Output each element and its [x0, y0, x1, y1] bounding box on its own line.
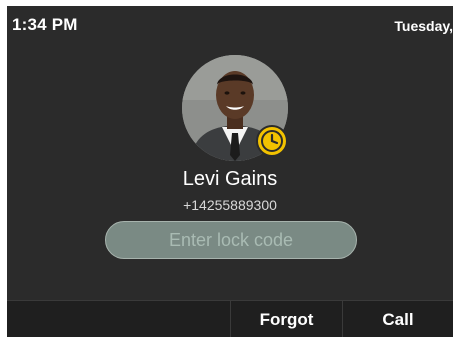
call-button[interactable]: Call: [343, 301, 453, 337]
contact-avatar-container: [182, 55, 288, 161]
phone-screen: 1:34 PM Tuesday, Levi Gains +14255889300…: [7, 6, 453, 337]
clock-icon: [256, 125, 288, 157]
softkey-bar: Forgot Call: [7, 300, 453, 337]
status-bar: 1:34 PM Tuesday,: [7, 6, 453, 42]
lock-code-input[interactable]: [105, 221, 357, 259]
status-date: Tuesday,: [394, 18, 453, 34]
status-time: 1:34 PM: [12, 15, 78, 34]
forgot-button[interactable]: Forgot: [231, 301, 343, 337]
contact-number: +14255889300: [183, 197, 277, 213]
softkey-empty: [7, 301, 231, 337]
contact-name: Levi Gains: [182, 168, 278, 190]
